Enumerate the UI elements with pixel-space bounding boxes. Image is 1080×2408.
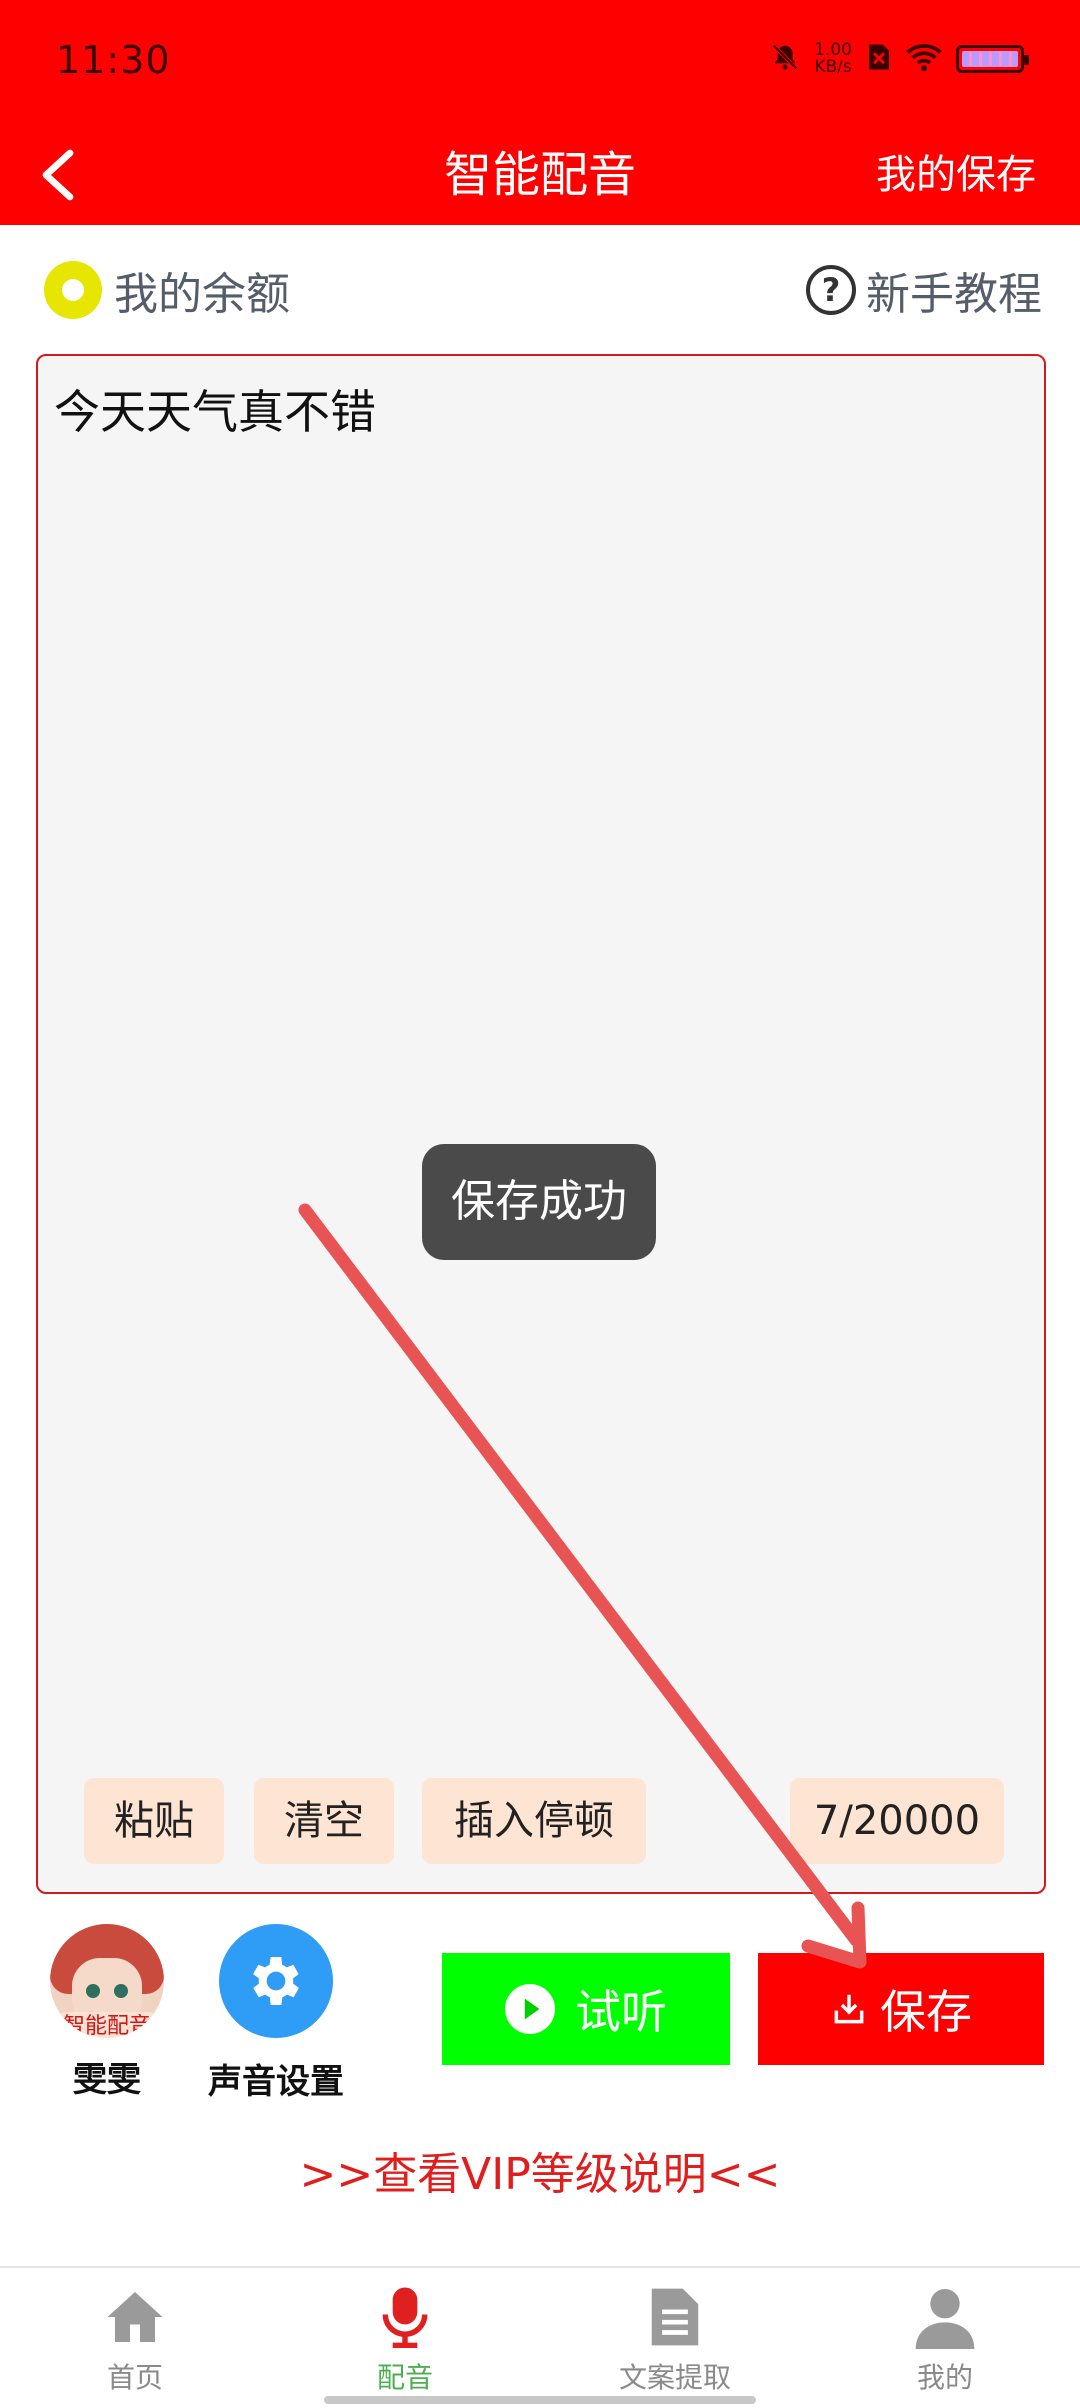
nav-profile[interactable]: 我的	[810, 2268, 1080, 2408]
status-time: 11:30	[56, 38, 171, 82]
char-count: 7/20000	[790, 1778, 1004, 1864]
voice-settings-button[interactable]: 声音设置	[206, 1924, 346, 2103]
listen-button[interactable]: 试听	[442, 1953, 730, 2065]
voice-name: 雯雯	[73, 2060, 141, 2100]
bottom-nav: 首页 配音 文案提取 我的	[0, 2266, 1080, 2408]
insert-pause-button[interactable]: 插入停顿	[422, 1778, 646, 1864]
status-bar: 11:30 1.00 KB/s	[0, 0, 1080, 125]
text-editor[interactable]: 今天天气真不错 粘贴 清空 插入停顿 7/20000	[36, 354, 1046, 1894]
user-icon	[910, 2282, 980, 2352]
status-icons: 1.00 KB/s	[770, 42, 1029, 76]
wifi-icon	[906, 42, 942, 76]
listen-label: 试听	[575, 1985, 667, 2039]
my-saves-button[interactable]: 我的保存	[876, 125, 1036, 225]
avatar-badge: 智能配音	[52, 2012, 162, 2038]
app-bar: 智能配音 我的保存	[0, 125, 1080, 225]
home-icon	[100, 2282, 170, 2352]
nav-label-profile: 我的	[916, 2361, 973, 2394]
paste-button[interactable]: 粘贴	[84, 1778, 224, 1864]
no-sim-icon	[866, 42, 892, 76]
clear-button[interactable]: 清空	[254, 1778, 394, 1864]
editor-text[interactable]: 今天天气真不错	[54, 376, 376, 442]
document-icon	[640, 2282, 710, 2352]
nav-label-dubbing: 配音	[376, 2361, 433, 2394]
voice-selector[interactable]: 智能配音 雯雯	[48, 1924, 166, 2101]
nav-text-extract[interactable]: 文案提取	[540, 2268, 810, 2408]
play-icon	[505, 1984, 555, 2034]
avatar: 智能配音	[50, 1924, 164, 2038]
toast-message: 保存成功	[422, 1144, 656, 1260]
battery-icon	[956, 45, 1029, 73]
home-indicator	[324, 2396, 756, 2404]
nav-home[interactable]: 首页	[0, 2268, 270, 2408]
microphone-icon	[370, 2282, 440, 2352]
save-button[interactable]: 保存	[758, 1953, 1044, 2065]
help-icon: ?	[806, 265, 856, 315]
save-label: 保存	[880, 1985, 972, 2039]
net-speed: 1.00 KB/s	[814, 42, 852, 76]
mute-bell-icon	[770, 42, 800, 76]
nav-label-text-extract: 文案提取	[618, 2361, 731, 2394]
net-speed-unit: KB/s	[814, 57, 852, 77]
tutorial-button[interactable]: ? 新手教程	[806, 258, 1042, 322]
nav-dubbing[interactable]: 配音	[270, 2268, 540, 2408]
balance-label: 我的余额	[114, 269, 290, 320]
balance-button[interactable]: 我的余额	[44, 258, 290, 322]
coin-icon	[44, 261, 102, 319]
voice-settings-label: 声音设置	[208, 2062, 344, 2102]
nav-label-home: 首页	[106, 2361, 163, 2394]
tutorial-label: 新手教程	[866, 269, 1042, 320]
vip-info-link[interactable]: >>查看VIP等级说明<<	[0, 2138, 1080, 2202]
gear-icon	[219, 1924, 333, 2038]
download-icon	[834, 1994, 864, 2024]
